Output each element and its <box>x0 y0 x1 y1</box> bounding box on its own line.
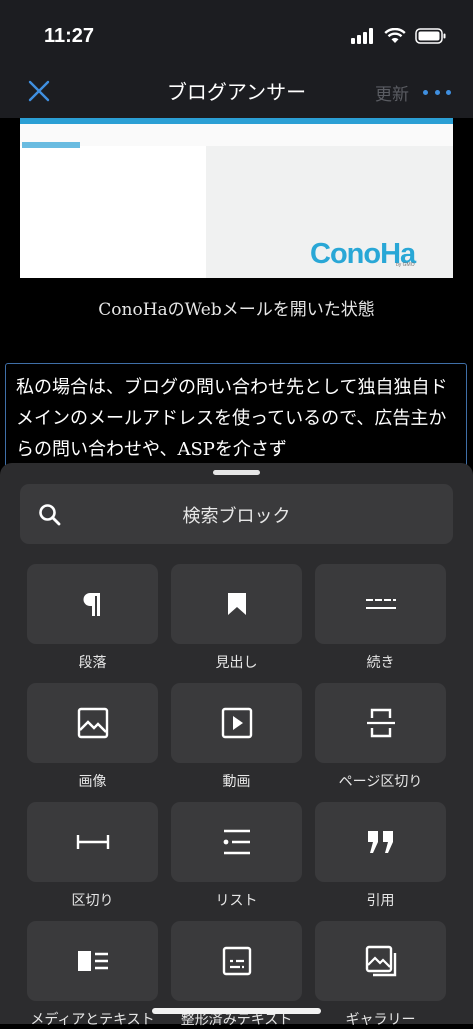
block-label: 動画 <box>222 774 251 790</box>
block-media-text[interactable]: メディアとテキスト <box>27 921 158 1029</box>
separator-icon <box>76 835 109 849</box>
block-label: 引用 <box>366 893 395 909</box>
battery-icon <box>415 28 446 44</box>
media-text-icon <box>77 951 108 971</box>
paragraph-block[interactable]: 私の場合は、ブログの問い合わせ先として独自独自ドメインのメールアドレスを使ってい… <box>5 363 467 473</box>
conoha-logo-sub: by GMO <box>396 262 415 268</box>
block-video[interactable]: 動画 <box>171 683 302 791</box>
update-button[interactable]: 更新 <box>375 80 409 105</box>
preformatted-icon <box>222 946 251 976</box>
search-input[interactable]: 検索ブロック <box>20 484 453 544</box>
image-icon <box>77 707 108 739</box>
block-label: ギャラリー <box>345 1012 416 1028</box>
status-icons <box>351 28 447 44</box>
block-page-break[interactable]: ページ区切り <box>315 683 446 791</box>
block-label: 続き <box>366 655 395 671</box>
block-image[interactable]: 画像 <box>27 683 158 791</box>
block-label: 画像 <box>78 774 107 790</box>
more-divider-icon <box>365 599 396 609</box>
cellular-signal-icon <box>351 28 373 44</box>
nav-bar: ブログアンサー 更新 <box>0 70 473 118</box>
page-break-icon <box>366 708 395 738</box>
block-label: 見出し <box>215 655 258 671</box>
bookmark-icon <box>227 593 246 615</box>
search-placeholder: 検索ブロック <box>182 506 291 527</box>
quote-icon <box>367 831 393 853</box>
video-icon <box>221 707 252 739</box>
status-bar: 11:27 <box>0 0 473 70</box>
wifi-icon <box>384 28 406 43</box>
webmail-screenshot-image[interactable]: ConoHa by GMO <box>20 118 453 278</box>
paragraph-icon <box>83 593 100 616</box>
block-label: ページ区切り <box>338 774 423 790</box>
list-icon <box>223 829 250 855</box>
editor-content: ConoHa by GMO ConoHaのWebメールを開いた状態 私の場合は、… <box>0 118 473 473</box>
block-more[interactable]: 続き <box>315 564 446 672</box>
block-label: 段落 <box>78 655 107 671</box>
home-indicator[interactable] <box>152 1008 321 1014</box>
block-inserter-sheet: 検索ブロック 段落 見出し 続き 画像 動画 ページ区切り 区切り リスト 引用… <box>0 463 473 1028</box>
block-gallery[interactable]: ギャラリー <box>315 921 446 1029</box>
block-list[interactable]: リスト <box>171 802 302 910</box>
block-label: 区切り <box>71 893 114 909</box>
image-caption[interactable]: ConoHaのWebメールを開いた状態 <box>0 295 473 320</box>
block-label: リスト <box>215 893 258 909</box>
block-separator[interactable]: 区切り <box>27 802 158 910</box>
block-quote[interactable]: 引用 <box>315 802 446 910</box>
sheet-grabber[interactable] <box>213 470 260 475</box>
block-heading[interactable]: 見出し <box>171 564 302 672</box>
block-paragraph[interactable]: 段落 <box>27 564 158 672</box>
status-time: 11:27 <box>44 25 95 47</box>
more-options-icon[interactable] <box>423 78 451 106</box>
gallery-icon <box>365 945 396 977</box>
paragraph-text: 私の場合は、ブログの問い合わせ先として独自独自ドメインのメールアドレスを使ってい… <box>16 377 448 460</box>
block-label: メディアとテキスト <box>30 1012 155 1028</box>
